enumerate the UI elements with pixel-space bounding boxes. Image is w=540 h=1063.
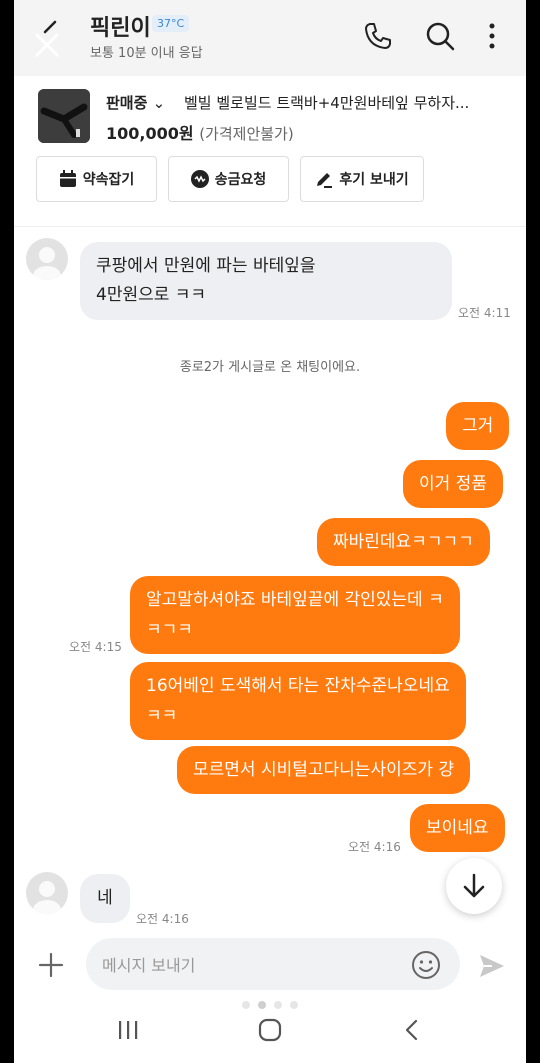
system-message: 종로2가 게시글로 온 채팅이에요. — [179, 360, 361, 375]
chat-header: 픽린이 37°C 보통 10분 이내 응답 — [14, 0, 526, 76]
emoji-icon[interactable] — [411, 950, 441, 980]
plus-icon[interactable] — [38, 952, 64, 978]
message-line: 알고말하셔야죠 바테잎끝에 각인있는데 ㅋ — [146, 590, 444, 610]
message-input-bar: 메시지 보내기 — [14, 926, 526, 1006]
chat-screen: 픽린이 37°C 보통 10분 이내 응답 판매중 ⌄ 벨빌 벨로빌드 트랙바+… — [14, 0, 526, 1063]
home-icon[interactable] — [257, 1017, 283, 1043]
incoming-message: 네 — [80, 874, 130, 923]
outgoing-message: 짜바린데요ㅋㄱㄱㄱ — [317, 518, 490, 566]
message-line: 쿠팡에서 만원에 파는 바테잎을 — [96, 256, 316, 276]
message-timestamp: 오전 4:11 — [458, 306, 511, 320]
message-input[interactable]: 메시지 보내기 — [86, 938, 460, 990]
android-nav-bar — [14, 995, 526, 1063]
send-icon[interactable] — [478, 952, 506, 980]
more-options-icon[interactable] — [486, 20, 498, 52]
appointment-button[interactable]: 약속잡기 — [36, 156, 157, 202]
seller-name[interactable]: 픽린이 — [90, 10, 151, 42]
message-list[interactable]: 쿠팡에서 만원에 파는 바테잎을 4만원으로 ㅋㅋ 오전 4:11 종로2가 게… — [14, 226, 526, 926]
product-price: 100,000원 (가격제안불가) — [106, 120, 294, 144]
appointment-label: 약속잡기 — [82, 172, 135, 188]
review-button[interactable]: 후기 보내기 — [300, 156, 424, 202]
close-icon[interactable] — [32, 30, 62, 60]
page-dot — [290, 1001, 298, 1009]
outgoing-message: 보이네요 — [410, 804, 505, 852]
price-note: (가격제안불가) — [199, 125, 294, 143]
pay-icon — [190, 170, 209, 188]
calendar-icon — [59, 170, 76, 187]
sale-status-dropdown[interactable]: 판매중 ⌄ — [106, 92, 165, 113]
outgoing-message: 그거 — [446, 402, 510, 450]
message-line: ㅋㄱㅋ — [146, 620, 193, 640]
seller-avatar[interactable] — [26, 872, 68, 914]
review-label: 후기 보내기 — [339, 172, 409, 188]
nav-back-icon[interactable] — [402, 1018, 422, 1042]
message-line: 16어베인 도색해서 타는 잔차수준나오네요 — [146, 676, 450, 696]
page-indicator — [14, 1001, 526, 1009]
message-timestamp: 오전 4:15 — [69, 640, 122, 654]
price-value: 100,000원 — [106, 124, 194, 143]
chevron-down-icon: ⌄ — [152, 94, 166, 112]
product-thumbnail[interactable] — [38, 89, 90, 143]
recent-apps-icon[interactable] — [116, 1019, 140, 1041]
message-timestamp: 오전 4:16 — [348, 840, 401, 854]
arrow-down-icon — [463, 873, 485, 898]
product-panel[interactable]: 판매중 ⌄ 벨빌 벨로빌드 트랙바+4만원바테잎 무하자... 100,000원… — [14, 76, 526, 227]
outgoing-message: 이거 정품 — [403, 460, 503, 508]
outgoing-message: 16어베인 도색해서 타는 잔차수준나오네요 ㅋㅋ — [130, 662, 466, 740]
response-time: 보통 10분 이내 응답 — [90, 46, 203, 61]
page-dot — [242, 1001, 250, 1009]
message-line: ㅋㅋ — [146, 706, 178, 726]
phone-icon[interactable] — [362, 20, 394, 52]
page-dot — [274, 1001, 282, 1009]
sale-status-label: 판매중 — [106, 94, 148, 112]
pencil-icon — [317, 173, 333, 188]
money-request-label: 송금요청 — [214, 172, 267, 188]
seller-avatar[interactable] — [26, 238, 68, 280]
message-line: 4만원으로 ㅋㅋ — [96, 285, 207, 305]
outgoing-message: 알고말하셔야죠 바테잎끝에 각인있는데 ㅋ ㅋㄱㅋ — [130, 576, 460, 654]
search-icon[interactable] — [424, 20, 456, 52]
product-title: 벨빌 벨로빌드 트랙바+4만원바테잎 무하자... — [184, 94, 470, 112]
manner-temperature-badge: 37°C — [152, 15, 190, 32]
scroll-to-bottom-button[interactable] — [446, 858, 502, 914]
message-timestamp: 오전 4:16 — [136, 912, 189, 926]
page-dot — [258, 1001, 266, 1009]
incoming-message: 쿠팡에서 만원에 파는 바테잎을 4만원으로 ㅋㅋ — [80, 242, 452, 320]
outgoing-message: 모르면서 시비털고다니는사이즈가 걍 — [177, 746, 471, 794]
money-request-button[interactable]: 송금요청 — [168, 156, 289, 202]
